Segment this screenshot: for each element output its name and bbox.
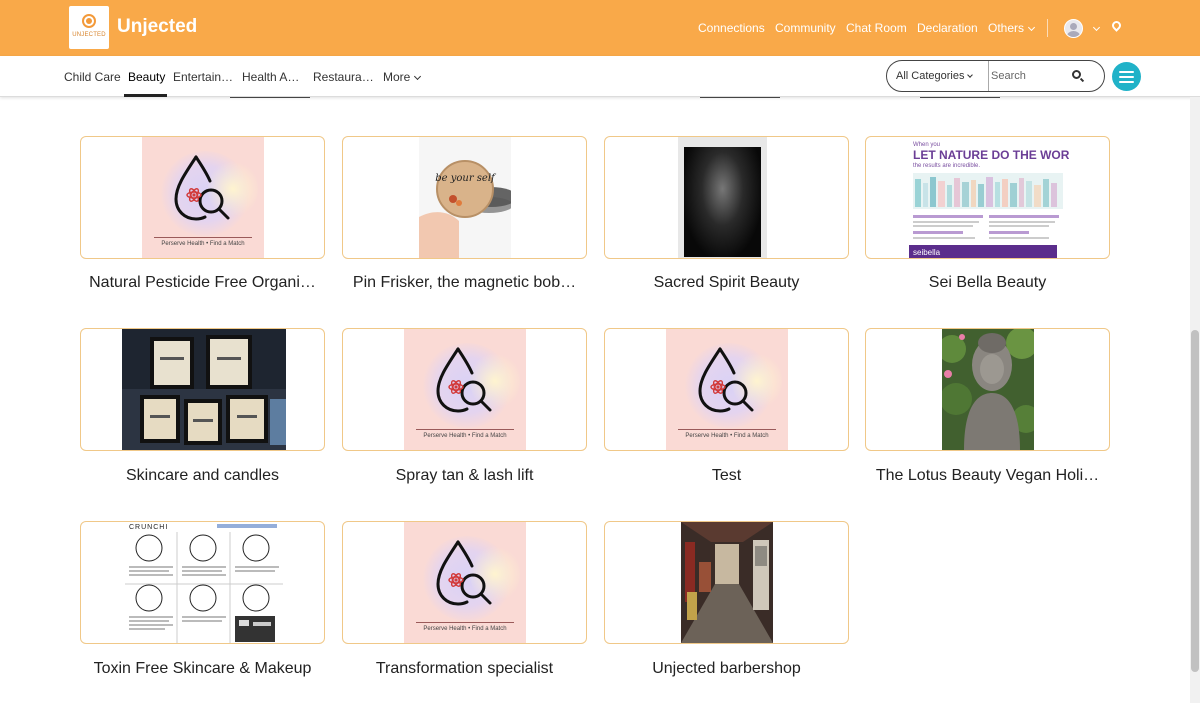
drop-magnifier-logo-icon <box>436 540 492 606</box>
category-bar: Child Care Beauty Entertain… Health A… R… <box>0 56 1200 97</box>
logo-flower-icon <box>82 14 96 28</box>
listing-photo: CRUNCHI <box>125 522 283 643</box>
previous-row-titles-clipped <box>80 97 1110 101</box>
category-entertainment[interactable]: Entertain… <box>173 70 233 84</box>
location-pin-icon[interactable] <box>1110 19 1123 32</box>
avatar-menu-toggle[interactable] <box>1089 21 1101 35</box>
brand-name[interactable]: Unjected <box>117 16 197 38</box>
category-child-care[interactable]: Child Care <box>64 70 121 84</box>
listing-photo: be your self <box>419 137 517 258</box>
listing-title[interactable]: Sei Bella Beauty <box>865 274 1110 292</box>
candles-photo-icon <box>122 329 286 450</box>
listing-title[interactable]: Spray tan & lash lift <box>342 467 587 485</box>
buddha-statue-photo-icon <box>938 329 1040 450</box>
category-select[interactable]: All Categories <box>887 61 989 91</box>
placeholder-tagline: Perserve Health • Find a Match <box>161 241 245 247</box>
listing-card[interactable] <box>80 328 325 451</box>
listing-card[interactable] <box>604 521 849 644</box>
svg-text:the results are incredible.: the results are incredible. <box>913 163 980 169</box>
listing-card[interactable]: Perserve Health • Find a Match <box>342 521 587 644</box>
category-more-label: More <box>383 70 411 84</box>
nav-declaration[interactable]: Declaration <box>917 21 978 35</box>
category-select-value: All Categories <box>896 70 965 82</box>
category-health[interactable]: Health A… <box>242 70 299 84</box>
listing-title[interactable]: Test <box>604 467 849 485</box>
listing-title[interactable]: Toxin Free Skincare & Makeup <box>80 660 325 678</box>
listing-placeholder-image: Perserve Health • Find a Match <box>404 522 526 643</box>
chevron-down-icon <box>1092 23 1101 32</box>
listing-photo <box>681 522 773 643</box>
menu-line <box>1119 71 1134 73</box>
listing-photo <box>122 329 286 450</box>
nav-divider <box>1047 19 1048 37</box>
listing-card[interactable]: Perserve Health • Find a Match <box>604 328 849 451</box>
brand-logo[interactable]: UNJECTED <box>69 6 109 49</box>
menu-line <box>1119 76 1134 78</box>
svg-text:LET NATURE DO THE WORK,: LET NATURE DO THE WORK, <box>913 148 1069 162</box>
nav-others-label: Others <box>988 21 1025 35</box>
svg-text:CRUNCHI: CRUNCHI <box>129 524 168 531</box>
listing-title[interactable]: The Lotus Beauty Vegan Holi… <box>865 467 1110 485</box>
listing-card[interactable]: be your self <box>342 136 587 259</box>
chevron-down-icon <box>414 72 422 81</box>
placeholder-tagline: Perserve Health • Find a Match <box>685 433 769 439</box>
listing-card[interactable] <box>604 136 849 259</box>
listing-title[interactable]: Sacred Spirit Beauty <box>604 274 849 292</box>
listing-title[interactable]: Skincare and candles <box>80 467 325 485</box>
listing-card[interactable]: CRUNCHI <box>80 521 325 644</box>
category-restaurants[interactable]: Restaura… <box>313 70 374 84</box>
chevron-down-icon <box>967 72 974 78</box>
drop-magnifier-logo-icon <box>436 347 492 413</box>
portrait-photo-icon <box>684 147 761 257</box>
hamburger-menu-button[interactable] <box>1112 62 1141 91</box>
drop-magnifier-logo-icon <box>174 155 230 221</box>
listing-placeholder-image: Perserve Health • Find a Match <box>404 329 526 450</box>
svg-text:seibella: seibella <box>913 248 941 257</box>
sei-bella-ad-image: When you LET NATURE DO THE WORK, the res… <box>909 142 1081 258</box>
listing-card[interactable]: Perserve Health • Find a Match <box>342 328 587 451</box>
search-input[interactable] <box>991 65 1067 87</box>
listing-photo <box>678 137 767 258</box>
listing-placeholder-image: Perserve Health • Find a Match <box>142 137 264 258</box>
listing-title[interactable]: Pin Frisker, the magnetic bob… <box>342 274 587 292</box>
listing-card[interactable]: When you LET NATURE DO THE WORK, the res… <box>865 136 1110 259</box>
page-scrollbar[interactable] <box>1190 97 1200 703</box>
nav-community[interactable]: Community <box>775 21 836 35</box>
search-icon[interactable] <box>1072 70 1081 79</box>
crunchi-infographic-image: CRUNCHI <box>125 524 283 643</box>
menu-line <box>1119 81 1134 83</box>
listing-title[interactable]: Natural Pesticide Free Organi… <box>80 274 325 292</box>
listing-card[interactable] <box>865 328 1110 451</box>
pin-text: be your self <box>435 173 497 184</box>
drop-magnifier-logo-icon <box>698 347 754 413</box>
chevron-down-icon <box>1027 23 1036 32</box>
listing-placeholder-image: Perserve Health • Find a Match <box>666 329 788 450</box>
listing-title[interactable]: Transformation specialist <box>342 660 587 678</box>
listing-title[interactable]: Unjected barbershop <box>604 660 849 678</box>
listing-photo: When you LET NATURE DO THE WORK, the res… <box>909 137 1081 258</box>
top-navigation-bar: UNJECTED Unjected Connections Community … <box>0 0 1200 56</box>
listing-card[interactable]: Perserve Health • Find a Match <box>80 136 325 259</box>
nav-connections[interactable]: Connections <box>698 21 765 35</box>
scrollbar-thumb[interactable] <box>1191 330 1199 672</box>
nav-chat-room[interactable]: Chat Room <box>846 21 907 35</box>
placeholder-tagline: Perserve Health • Find a Match <box>423 626 507 632</box>
avatar-icon[interactable] <box>1064 19 1083 38</box>
listing-photo <box>938 329 1040 450</box>
barbershop-interior-photo-icon <box>681 522 773 643</box>
nav-others[interactable]: Others <box>988 21 1036 35</box>
search-bar: All Categories <box>886 60 1105 92</box>
placeholder-tagline: Perserve Health • Find a Match <box>423 433 507 439</box>
category-beauty[interactable]: Beauty <box>128 70 165 84</box>
logo-wordmark: UNJECTED <box>72 32 106 38</box>
category-more[interactable]: More <box>383 70 422 84</box>
pin-badge-photo-icon: be your self <box>419 137 517 258</box>
